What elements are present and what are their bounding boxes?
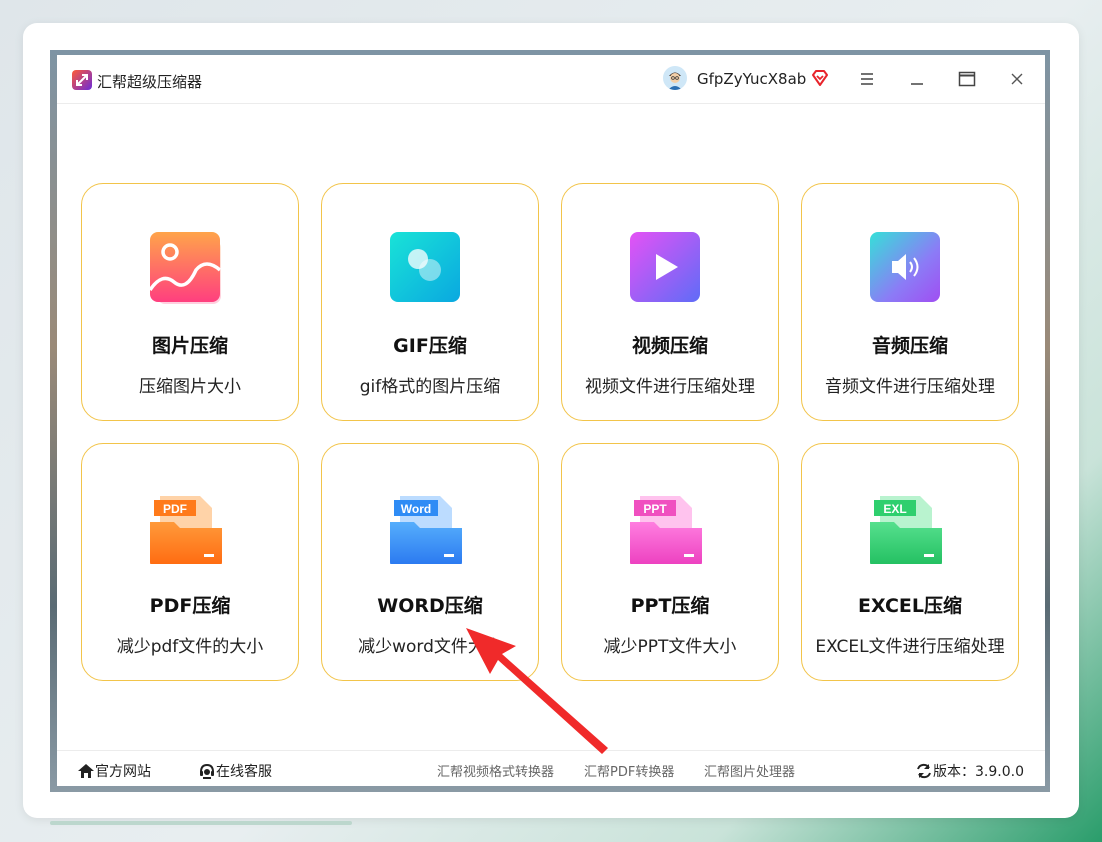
- card-image-compress[interactable]: 图片压缩 压缩图片大小: [81, 183, 299, 421]
- close-icon: [1011, 73, 1023, 85]
- image-icon: [148, 232, 222, 304]
- headset-icon: [200, 763, 214, 779]
- audio-icon: [870, 232, 942, 304]
- pdf-folder-icon: PDF: [150, 492, 222, 566]
- username[interactable]: GfpZyYucX8ab: [697, 70, 806, 88]
- app-window: 汇帮超级压缩器 GfpZyYucX8ab 图片压缩 压缩图片大小 GIF压缩 g…: [57, 55, 1045, 786]
- title-bar: 汇帮超级压缩器 GfpZyYucX8ab: [57, 55, 1045, 104]
- card-gif-compress[interactable]: GIF压缩 gif格式的图片压缩: [321, 183, 539, 421]
- card-word-compress[interactable]: Word WORD压缩 减少word文件大小: [321, 443, 539, 681]
- online-service-label: 在线客服: [216, 764, 272, 780]
- avatar[interactable]: [663, 66, 687, 90]
- card-title: 音频压缩: [871, 335, 948, 357]
- card-desc: gif格式的图片压缩: [359, 377, 501, 397]
- excel-folder-icon: EXL: [870, 492, 942, 566]
- app-title: 汇帮超级压缩器: [97, 73, 203, 91]
- card-title: 视频压缩: [631, 335, 708, 357]
- card-title: 图片压缩: [151, 335, 228, 357]
- official-site-label: 官方网站: [95, 764, 151, 780]
- vip-diamond-icon[interactable]: [810, 68, 830, 92]
- card-desc: 视频文件进行压缩处理: [585, 377, 755, 397]
- version-label: 版本：3.9.0.0: [933, 764, 1024, 780]
- card-desc: 减少word文件大小: [358, 637, 502, 657]
- refresh-icon: [917, 763, 931, 779]
- card-desc: 减少PPT文件大小: [603, 637, 737, 657]
- footer-link-pdf-converter[interactable]: 汇帮PDF转换器: [584, 761, 674, 780]
- version-info[interactable]: 版本：3.9.0.0: [915, 761, 1024, 781]
- card-desc: EXCEL文件进行压缩处理: [815, 637, 1005, 657]
- footer: 官方网站 在线客服 汇帮视频格式转换器 汇帮PDF转换器 汇帮图片处理器 版本：…: [57, 750, 1045, 787]
- footer-link-video-converter[interactable]: 汇帮视频格式转换器: [437, 761, 554, 780]
- card-audio-compress[interactable]: 音频压缩 音频文件进行压缩处理: [801, 183, 1019, 421]
- minimize-button[interactable]: [905, 67, 929, 91]
- word-folder-icon: Word: [390, 492, 462, 566]
- card-title: GIF压缩: [393, 335, 467, 357]
- card-desc: 减少pdf文件的大小: [116, 637, 264, 657]
- svg-text:Word: Word: [401, 502, 431, 516]
- card-title: EXCEL压缩: [858, 595, 962, 617]
- svg-text:PDF: PDF: [163, 502, 187, 516]
- maximize-button[interactable]: [955, 67, 979, 91]
- app-logo-icon: [72, 70, 92, 90]
- card-title: PDF压缩: [149, 595, 231, 617]
- ppt-folder-icon: PPT: [630, 492, 702, 566]
- card-pdf-compress[interactable]: PDF PDF压缩 减少pdf文件的大小: [81, 443, 299, 681]
- gif-icon: [390, 232, 462, 304]
- card-desc: 音频文件进行压缩处理: [825, 377, 995, 397]
- video-icon: [630, 232, 702, 304]
- close-button[interactable]: [1005, 67, 1029, 91]
- official-site-link[interactable]: 官方网站: [77, 761, 151, 781]
- card-ppt-compress[interactable]: PPT PPT压缩 减少PPT文件大小: [561, 443, 779, 681]
- minimize-icon: [911, 83, 923, 85]
- svg-text:EXL: EXL: [883, 502, 906, 516]
- card-title: WORD压缩: [377, 595, 483, 617]
- card-excel-compress[interactable]: EXL EXCEL压缩 EXCEL文件进行压缩处理: [801, 443, 1019, 681]
- svg-text:PPT: PPT: [643, 502, 667, 516]
- card-desc: 压缩图片大小: [139, 377, 241, 397]
- home-icon: [78, 764, 94, 778]
- online-service-link[interactable]: 在线客服: [198, 761, 272, 781]
- bottom-decoration: [50, 821, 352, 825]
- card-video-compress[interactable]: 视频压缩 视频文件进行压缩处理: [561, 183, 779, 421]
- footer-link-image-processor[interactable]: 汇帮图片处理器: [704, 761, 795, 780]
- menu-icon: [861, 73, 873, 85]
- card-title: PPT压缩: [630, 595, 710, 617]
- menu-button[interactable]: [855, 67, 879, 91]
- maximize-icon: [958, 71, 976, 87]
